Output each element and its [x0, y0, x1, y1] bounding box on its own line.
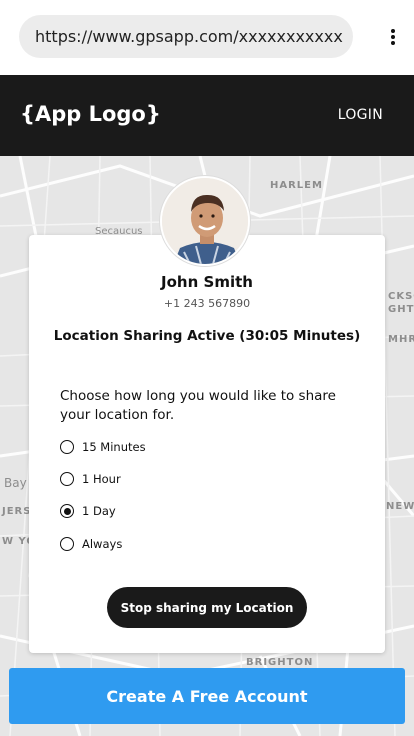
map-label: BRIGHTON [246, 657, 314, 668]
map-label: JERS [2, 506, 32, 517]
option-label: Always [82, 537, 123, 551]
create-account-button[interactable]: Create A Free Account [9, 668, 405, 724]
browser-bar: https://www.gpsapp.com/xxxxxxxxxxx [0, 0, 414, 75]
map-label: MHR [388, 334, 414, 345]
duration-option-1-day[interactable]: 1 Day [60, 501, 116, 521]
option-label: 1 Hour [82, 472, 121, 486]
user-avatar-photo [162, 178, 248, 264]
radio-button-selected[interactable] [60, 504, 74, 518]
login-link[interactable]: LOGIN [338, 107, 383, 123]
app-header: {App Logo} LOGIN [0, 75, 414, 156]
address-bar[interactable]: https://www.gpsapp.com/xxxxxxxxxxx [19, 15, 353, 58]
user-name: John Smith [161, 273, 253, 291]
option-label: 1 Day [82, 504, 116, 518]
radio-button[interactable] [60, 537, 74, 551]
sharing-status: Location Sharing Active (30:05 Minutes) [53, 328, 361, 344]
radio-button[interactable] [60, 472, 74, 486]
app-logo[interactable]: {App Logo} [20, 102, 161, 126]
user-phone: +1 243 567890 [163, 297, 251, 310]
duration-option-15-minutes[interactable]: 15 Minutes [60, 437, 146, 457]
map-label: HARLEM [270, 180, 323, 191]
duration-prompt: Choose how long you would like to share … [60, 388, 336, 423]
kebab-menu-icon[interactable] [384, 27, 402, 47]
map-label: NEW YOR [386, 501, 414, 512]
stop-sharing-button[interactable]: Stop sharing my Location [107, 587, 307, 628]
duration-option-always[interactable]: Always [60, 534, 122, 554]
map-label: Bay [4, 476, 27, 490]
map-label: GHTS [388, 304, 414, 315]
user-avatar [160, 176, 250, 266]
radio-selected-dot [63, 507, 71, 515]
radio-button[interactable] [60, 440, 74, 454]
duration-option-1-hour[interactable]: 1 Hour [60, 469, 121, 489]
option-label: 15 Minutes [82, 440, 146, 454]
map-label: CKSO [388, 291, 414, 302]
